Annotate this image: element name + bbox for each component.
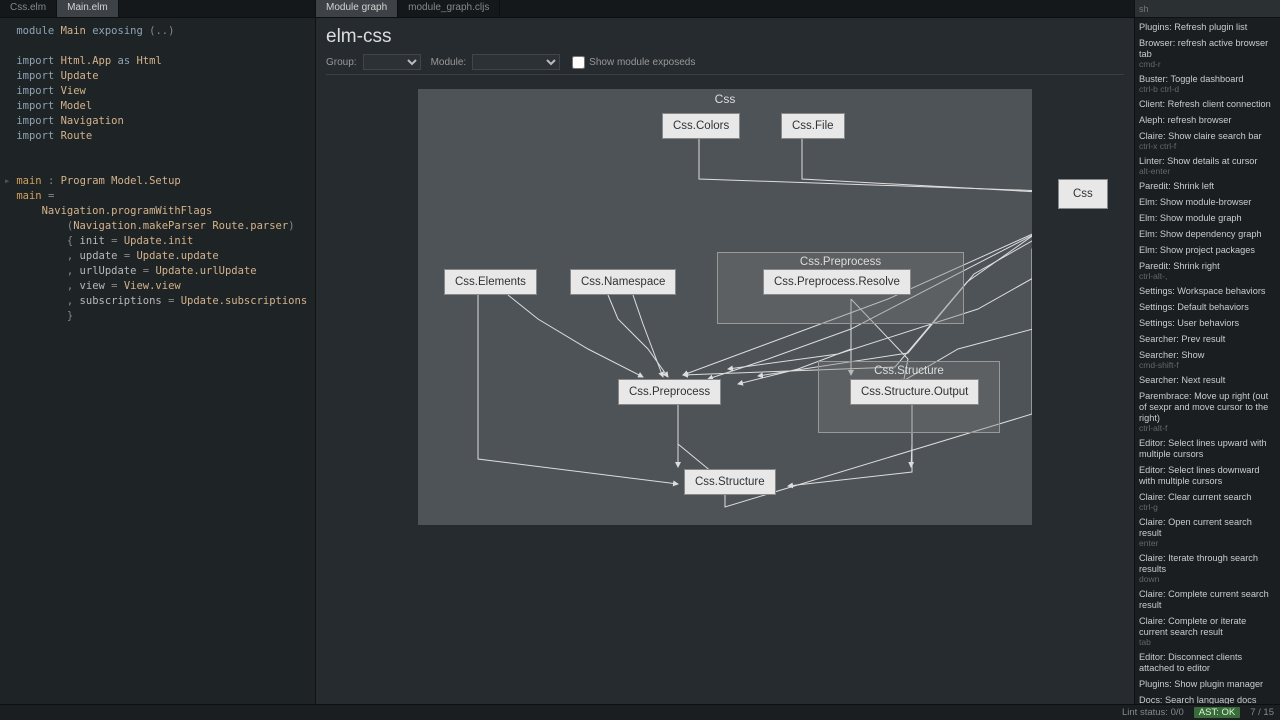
command-item[interactable]: Claire: Open current search resultenter: [1135, 515, 1280, 551]
node-css-preprocess[interactable]: Css.Preprocess: [618, 379, 721, 405]
command-item[interactable]: Editor: Disconnect clients attached to e…: [1135, 650, 1280, 677]
command-item[interactable]: Elm: Show dependency graph: [1135, 227, 1280, 243]
command-item[interactable]: Plugins: Show plugin manager: [1135, 677, 1280, 693]
command-item[interactable]: Parembrace: Move up right (out of sexpr …: [1135, 389, 1280, 436]
graph-tab[interactable]: Module graph: [316, 0, 398, 17]
node-css-preprocess-resolve[interactable]: Css.Preprocess.Resolve: [763, 269, 911, 295]
command-item[interactable]: Claire: Complete or iterate current sear…: [1135, 614, 1280, 650]
node-css-structure-output[interactable]: Css.Structure.Output: [850, 379, 979, 405]
graph-tabs: Module graphmodule_graph.cljs: [316, 0, 1134, 18]
code-editor[interactable]: module Main exposing (..) import Html.Ap…: [0, 18, 315, 704]
graph-title: elm-css: [326, 26, 1124, 48]
command-item[interactable]: Paredit: Shrink rightctrl-alt-,: [1135, 259, 1280, 284]
command-list: Plugins: Refresh plugin listBrowser: ref…: [1135, 18, 1280, 704]
node-css-structure[interactable]: Css.Structure: [684, 469, 776, 495]
node-css-file[interactable]: Css.File: [781, 113, 845, 139]
cursor-position: 7 / 15: [1250, 707, 1274, 718]
cluster-structure-label: Css.Structure: [819, 365, 999, 377]
command-item[interactable]: Editor: Select lines upward with multipl…: [1135, 436, 1280, 463]
command-item[interactable]: Settings: Default behaviors: [1135, 300, 1280, 316]
command-item[interactable]: Searcher: Prev result: [1135, 332, 1280, 348]
graph-tab[interactable]: module_graph.cljs: [398, 0, 500, 17]
editor-tab[interactable]: Css.elm: [0, 0, 57, 17]
command-item[interactable]: Settings: User behaviors: [1135, 316, 1280, 332]
node-css[interactable]: Css: [1058, 179, 1108, 209]
group-select[interactable]: [363, 54, 421, 70]
command-item[interactable]: Linter: Show details at cursoralt-enter: [1135, 154, 1280, 179]
group-label: Group:: [326, 57, 357, 68]
ast-status: AST: OK: [1194, 707, 1240, 718]
command-item[interactable]: Settings: Workspace behaviors: [1135, 284, 1280, 300]
module-select[interactable]: [472, 54, 560, 70]
command-item[interactable]: Claire: Complete current search result: [1135, 587, 1280, 614]
graph-pane: Module graphmodule_graph.cljs elm-css Gr…: [316, 0, 1134, 704]
editor-pane: Css.elmMain.elm module Main exposing (..…: [0, 0, 316, 704]
status-bar: Lint status: 0/0 AST: OK 7 / 15: [0, 704, 1280, 720]
editor-tab[interactable]: Main.elm: [57, 0, 119, 17]
command-item[interactable]: Claire: Iterate through search resultsdo…: [1135, 551, 1280, 587]
node-css-colors[interactable]: Css.Colors: [662, 113, 740, 139]
lint-status: Lint status: 0/0: [1122, 707, 1184, 718]
command-item[interactable]: Claire: Show claire search barctrl-x ctr…: [1135, 129, 1280, 154]
command-item[interactable]: Docs: Search language docsctrl-shift-d: [1135, 693, 1280, 704]
command-search-text: sh: [1139, 4, 1149, 14]
node-css-namespace[interactable]: Css.Namespace: [570, 269, 676, 295]
command-item[interactable]: Searcher: Next result: [1135, 373, 1280, 389]
node-css-elements[interactable]: Css.Elements: [444, 269, 537, 295]
command-item[interactable]: Searcher: Showcmd-shift-f: [1135, 348, 1280, 373]
module-graph-canvas[interactable]: Css: [418, 89, 1032, 525]
command-item[interactable]: Paredit: Shrink left: [1135, 179, 1280, 195]
command-item[interactable]: Claire: Clear current searchctrl-g: [1135, 490, 1280, 515]
command-item[interactable]: Client: Refresh client connection: [1135, 97, 1280, 113]
command-item[interactable]: Buster: Toggle dashboardctrl-b ctrl-d: [1135, 72, 1280, 97]
command-search[interactable]: sh: [1135, 0, 1280, 18]
command-item[interactable]: Browser: refresh active browser tabcmd-r: [1135, 36, 1280, 72]
command-item[interactable]: Elm: Show module graph: [1135, 211, 1280, 227]
command-item[interactable]: Aleph: refresh browser: [1135, 113, 1280, 129]
show-exposeds-label: Show module exposeds: [589, 57, 695, 68]
editor-tabs: Css.elmMain.elm: [0, 0, 315, 18]
show-exposeds-checkbox[interactable]: [572, 56, 585, 69]
module-label: Module:: [431, 57, 467, 68]
command-item[interactable]: Editor: Select lines downward with multi…: [1135, 463, 1280, 490]
command-item[interactable]: Elm: Show project packages: [1135, 243, 1280, 259]
cluster-preprocess-label: Css.Preprocess: [718, 256, 963, 268]
command-panel: sh Plugins: Refresh plugin listBrowser: …: [1134, 0, 1280, 704]
command-item[interactable]: Plugins: Refresh plugin list: [1135, 20, 1280, 36]
command-item[interactable]: Elm: Show module-browser: [1135, 195, 1280, 211]
